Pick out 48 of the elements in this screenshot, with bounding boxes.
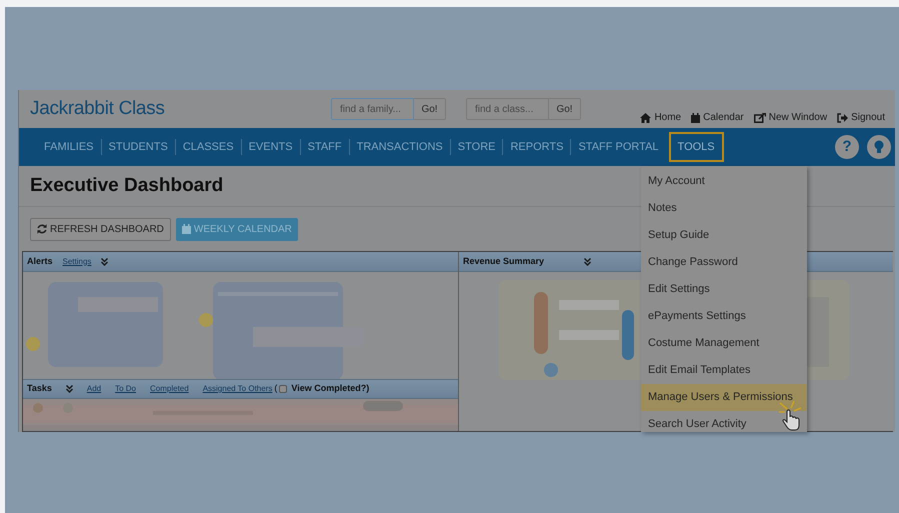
top-link[interactable]: Signout bbox=[837, 110, 885, 125]
help-button[interactable]: ? bbox=[835, 135, 859, 159]
page-title: Executive Dashboard bbox=[30, 174, 224, 198]
nav-tab[interactable]: TRANSACTIONS bbox=[350, 132, 450, 162]
lightbulb-icon bbox=[874, 140, 884, 154]
go-button[interactable]: Go! bbox=[549, 98, 581, 120]
search-field[interactable]: find a family... bbox=[331, 98, 414, 120]
menu-item[interactable]: Setup Guide bbox=[641, 222, 807, 249]
menu-item[interactable]: Change Password bbox=[641, 249, 807, 276]
refresh-button[interactable]: REFRESH DASHBOARD bbox=[30, 218, 171, 240]
logo: Jackrabbit Class bbox=[30, 96, 166, 121]
task-filter-link[interactable]: Assigned To Others bbox=[202, 383, 272, 395]
signout-icon bbox=[837, 112, 848, 122]
checkbox-label: View Completed?) bbox=[291, 382, 370, 396]
go-button[interactable]: Go! bbox=[414, 98, 446, 120]
checkbox[interactable] bbox=[279, 385, 288, 393]
top-link[interactable]: Calendar bbox=[691, 110, 744, 125]
nav-tab[interactable]: STAFF PORTAL bbox=[571, 132, 666, 162]
search-field[interactable]: find a class... bbox=[466, 98, 549, 120]
tips-button[interactable] bbox=[867, 135, 891, 159]
nav-tab[interactable]: FAMILIES bbox=[37, 132, 101, 162]
home-icon bbox=[640, 112, 652, 122]
nav-tab[interactable]: EVENTS bbox=[242, 132, 300, 162]
double-chevron-icon bbox=[584, 258, 592, 266]
calendar-icon bbox=[182, 224, 191, 234]
panel-title: Alerts bbox=[27, 254, 53, 268]
double-chevron-icon bbox=[101, 258, 108, 266]
double-chevron-icon bbox=[66, 385, 73, 393]
external-window-icon bbox=[754, 112, 766, 122]
task-filter-link[interactable]: To Do bbox=[115, 383, 136, 395]
nav-tab[interactable]: CLASSES bbox=[176, 132, 241, 162]
nav-tab[interactable]: REPORTS bbox=[503, 132, 570, 162]
panel-title: Revenue Summary bbox=[463, 254, 544, 268]
nav-tab[interactable]: STUDENTS bbox=[102, 132, 175, 162]
calendar-icon bbox=[691, 112, 700, 122]
menu-item[interactable]: Notes bbox=[641, 195, 807, 222]
top-link[interactable]: Home bbox=[640, 110, 682, 125]
nav-tab[interactable]: STORE bbox=[450, 132, 502, 162]
task-filter-link[interactable]: Completed bbox=[150, 383, 189, 395]
menu-item[interactable]: My Account bbox=[641, 168, 807, 195]
parenthesis: ( bbox=[274, 382, 278, 396]
nav-tab[interactable]: STAFF bbox=[300, 132, 349, 162]
panel-title: Tasks bbox=[27, 382, 52, 396]
task-filter-link[interactable]: Add bbox=[86, 383, 102, 395]
nav-tab[interactable]: TOOLS bbox=[668, 132, 724, 162]
settings-link[interactable]: Settings bbox=[62, 256, 92, 268]
top-link[interactable]: New Window bbox=[754, 110, 828, 125]
refresh-icon bbox=[37, 224, 47, 234]
